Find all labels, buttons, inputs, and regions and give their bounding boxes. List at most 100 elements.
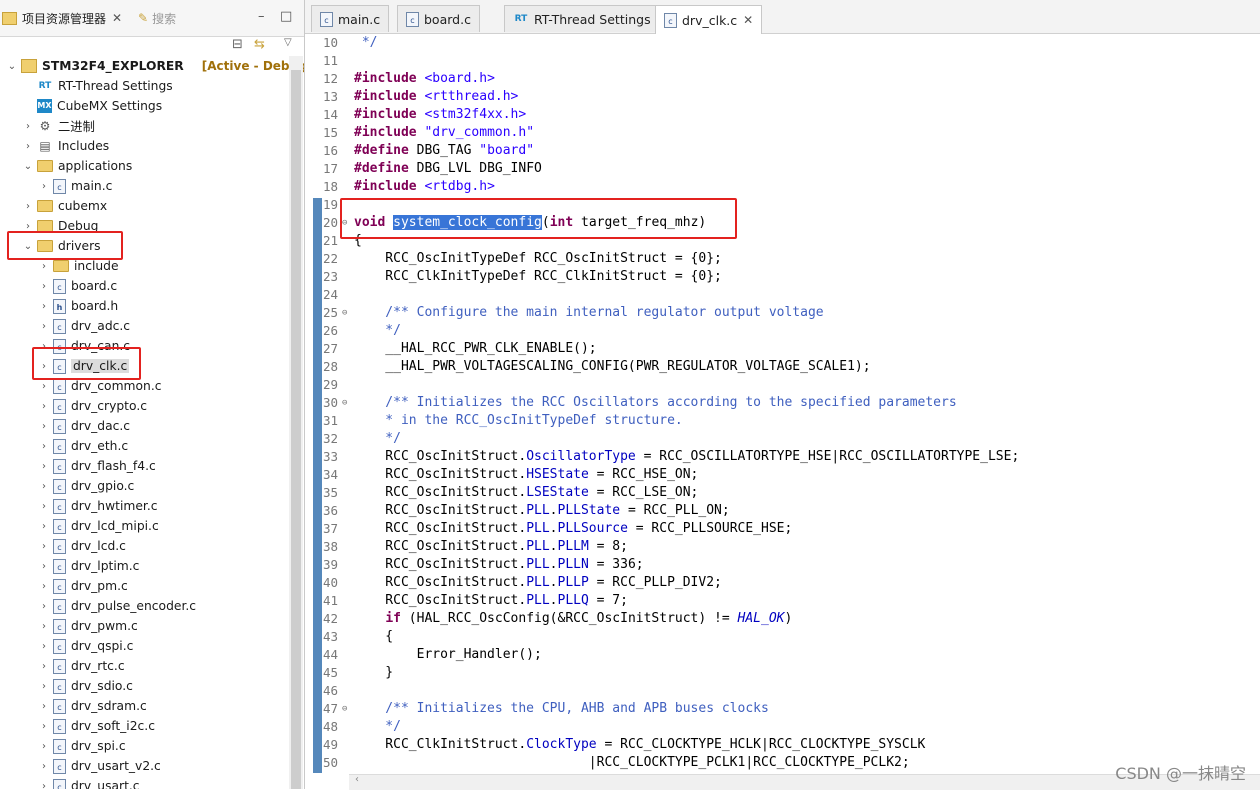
code-line[interactable]: 46 <box>305 682 1260 700</box>
chevron-right-icon[interactable]: › <box>38 301 50 312</box>
close-icon[interactable]: ✕ <box>743 13 753 27</box>
tree-item[interactable]: RT RT-Thread Settings <box>22 76 173 96</box>
explorer-scrollbar-thumb[interactable] <box>291 70 301 789</box>
expand-chevron-icon[interactable]: ⌄ <box>6 61 18 72</box>
chevron-right-icon[interactable]: › <box>38 321 50 332</box>
tree-item[interactable]: › ⚙ 二进制 <box>22 116 95 136</box>
tree-item[interactable]: › c drv_lcd.c <box>38 536 126 556</box>
code-line[interactable]: 16 #define DBG_TAG "board" <box>305 142 1260 160</box>
code-line[interactable]: 33 RCC_OscInitStruct.OscillatorType = RC… <box>305 448 1260 466</box>
chevron-right-icon[interactable]: › <box>38 441 50 452</box>
code-line[interactable]: 49 RCC_ClkInitStruct.ClockType = RCC_CLO… <box>305 736 1260 754</box>
project-root[interactable]: ⌄ STM32F4_EXPLORER [Active - Debug] <box>6 56 304 76</box>
chevron-right-icon[interactable]: › <box>38 481 50 492</box>
tree-item[interactable]: › c drv_usart_v2.c <box>38 756 161 776</box>
tab-project-explorer[interactable]: 项目资源管理器 ✕ <box>2 7 122 29</box>
chevron-right-icon[interactable]: › <box>22 221 34 232</box>
collapse-all-icon[interactable]: ⊟ <box>232 37 243 52</box>
code-line[interactable]: 10 */ <box>305 34 1260 52</box>
editor-tab[interactable]: RT RT-Thread Settings <box>504 5 660 32</box>
tree-item[interactable]: › c drv_soft_i2c.c <box>38 716 155 736</box>
tree-item[interactable]: › c drv_hwtimer.c <box>38 496 158 516</box>
code-line[interactable]: 23 RCC_ClkInitTypeDef RCC_ClkInitStruct … <box>305 268 1260 286</box>
tree-item[interactable]: › c drv_dac.c <box>38 416 130 436</box>
chevron-right-icon[interactable]: › <box>38 261 50 272</box>
chevron-right-icon[interactable]: › <box>38 641 50 652</box>
view-menu-icon[interactable]: ▽ <box>284 37 292 48</box>
tree-item[interactable]: › c drv_usart.c <box>38 776 140 789</box>
code-line[interactable]: 27 __HAL_RCC_PWR_CLK_ENABLE(); <box>305 340 1260 358</box>
tree-item[interactable]: › c board.c <box>38 276 117 296</box>
tree-item[interactable]: › c drv_pm.c <box>38 576 128 596</box>
tree-item[interactable]: › c main.c <box>38 176 112 196</box>
code-line[interactable]: 48 */ <box>305 718 1260 736</box>
tree-item[interactable]: › c drv_lcd_mipi.c <box>38 516 159 536</box>
code-line[interactable]: 15 #include "drv_common.h" <box>305 124 1260 142</box>
editor-tab[interactable]: c main.c <box>311 5 390 32</box>
chevron-right-icon[interactable]: › <box>38 681 50 692</box>
code-line[interactable]: 26 */ <box>305 322 1260 340</box>
code-line[interactable]: 13 #include <rtthread.h> <box>305 88 1260 106</box>
chevron-right-icon[interactable]: › <box>38 781 50 790</box>
chevron-right-icon[interactable]: › <box>22 141 34 152</box>
chevron-right-icon[interactable]: › <box>38 741 50 752</box>
code-area[interactable]: 10 */11 12 #include <board.h> 13 #include <r… <box>305 33 1260 789</box>
chevron-right-icon[interactable]: › <box>38 461 50 472</box>
code-line[interactable]: 12 #include <board.h> <box>305 70 1260 88</box>
tree-item[interactable]: › c drv_flash_f4.c <box>38 456 156 476</box>
chevron-right-icon[interactable]: › <box>38 181 50 192</box>
tree-item[interactable]: MX CubeMX Settings <box>22 96 162 116</box>
tree-item[interactable]: › c drv_pwm.c <box>38 616 138 636</box>
fold-icon[interactable]: ⊖ <box>342 304 347 322</box>
tree-item[interactable]: › ▤ Includes <box>22 136 109 156</box>
code-line[interactable]: 42 if (HAL_RCC_OscConfig(&RCC_OscInitStr… <box>305 610 1260 628</box>
code-line[interactable]: 47 ⊖ /** Initializes the CPU, AHB and APB… <box>305 700 1260 718</box>
tab-search[interactable]: ✎ 搜索 <box>138 7 176 29</box>
chevron-right-icon[interactable]: › <box>38 581 50 592</box>
code-line[interactable]: 37 RCC_OscInitStruct.PLL.PLLSource = RCC… <box>305 520 1260 538</box>
code-line[interactable]: 41 RCC_OscInitStruct.PLL.PLLQ = 7; <box>305 592 1260 610</box>
code-line[interactable]: 40 RCC_OscInitStruct.PLL.PLLP = RCC_PLLP… <box>305 574 1260 592</box>
editor-tab[interactable]: c drv_clk.c ✕ <box>655 5 763 34</box>
chevron-right-icon[interactable]: › <box>38 381 50 392</box>
chevron-right-icon[interactable]: › <box>38 601 50 612</box>
tree-item[interactable]: › h board.h <box>38 296 118 316</box>
code-line[interactable]: 36 RCC_OscInitStruct.PLL.PLLState = RCC_… <box>305 502 1260 520</box>
chevron-right-icon[interactable]: › <box>38 621 50 632</box>
code-line[interactable]: 34 RCC_OscInitStruct.HSEState = RCC_HSE_… <box>305 466 1260 484</box>
maximize-icon[interactable]: □ <box>280 9 292 24</box>
chevron-right-icon[interactable]: › <box>38 541 50 552</box>
editor-tab[interactable]: c board.c <box>397 5 480 32</box>
code-line[interactable]: 24 <box>305 286 1260 304</box>
tree-item[interactable]: › c drv_spi.c <box>38 736 126 756</box>
tree-item[interactable]: › c drv_adc.c <box>38 316 130 336</box>
code-line[interactable]: 44 Error_Handler(); <box>305 646 1260 664</box>
minimize-icon[interactable]: – <box>258 9 265 24</box>
code-line[interactable]: 43 { <box>305 628 1260 646</box>
chevron-right-icon[interactable]: › <box>38 701 50 712</box>
tree-item[interactable]: › c drv_crypto.c <box>38 396 147 416</box>
code-line[interactable]: 45 } <box>305 664 1260 682</box>
fold-icon[interactable]: ⊖ <box>342 700 347 718</box>
chevron-right-icon[interactable]: › <box>38 401 50 412</box>
tree-item[interactable]: › c drv_eth.c <box>38 436 128 456</box>
tree-item[interactable]: › c drv_sdram.c <box>38 696 147 716</box>
chevron-right-icon[interactable]: › <box>38 721 50 732</box>
chevron-right-icon[interactable]: › <box>38 281 50 292</box>
link-editor-icon[interactable]: ⇆ <box>254 37 265 52</box>
tree-item[interactable]: › c drv_lptim.c <box>38 556 139 576</box>
tree-item[interactable]: › c drv_rtc.c <box>38 656 125 676</box>
code-line[interactable]: 18 #include <rtdbg.h> <box>305 178 1260 196</box>
tree-item[interactable]: › cubemx <box>22 196 107 216</box>
chevron-right-icon[interactable]: › <box>38 521 50 532</box>
code-line[interactable]: 39 RCC_OscInitStruct.PLL.PLLN = 336; <box>305 556 1260 574</box>
chevron-right-icon[interactable]: › <box>38 421 50 432</box>
tree-item[interactable]: › c drv_qspi.c <box>38 636 133 656</box>
chevron-right-icon[interactable]: › <box>38 501 50 512</box>
chevron-right-icon[interactable]: › <box>22 201 34 212</box>
fold-icon[interactable]: ⊖ <box>342 394 347 412</box>
code-line[interactable]: 28 __HAL_PWR_VOLTAGESCALING_CONFIG(PWR_R… <box>305 358 1260 376</box>
code-line[interactable]: 32 */ <box>305 430 1260 448</box>
code-line[interactable]: 14 #include <stm32f4xx.h> <box>305 106 1260 124</box>
code-line[interactable]: 31 * in the RCC_OscInitTypeDef structure… <box>305 412 1260 430</box>
